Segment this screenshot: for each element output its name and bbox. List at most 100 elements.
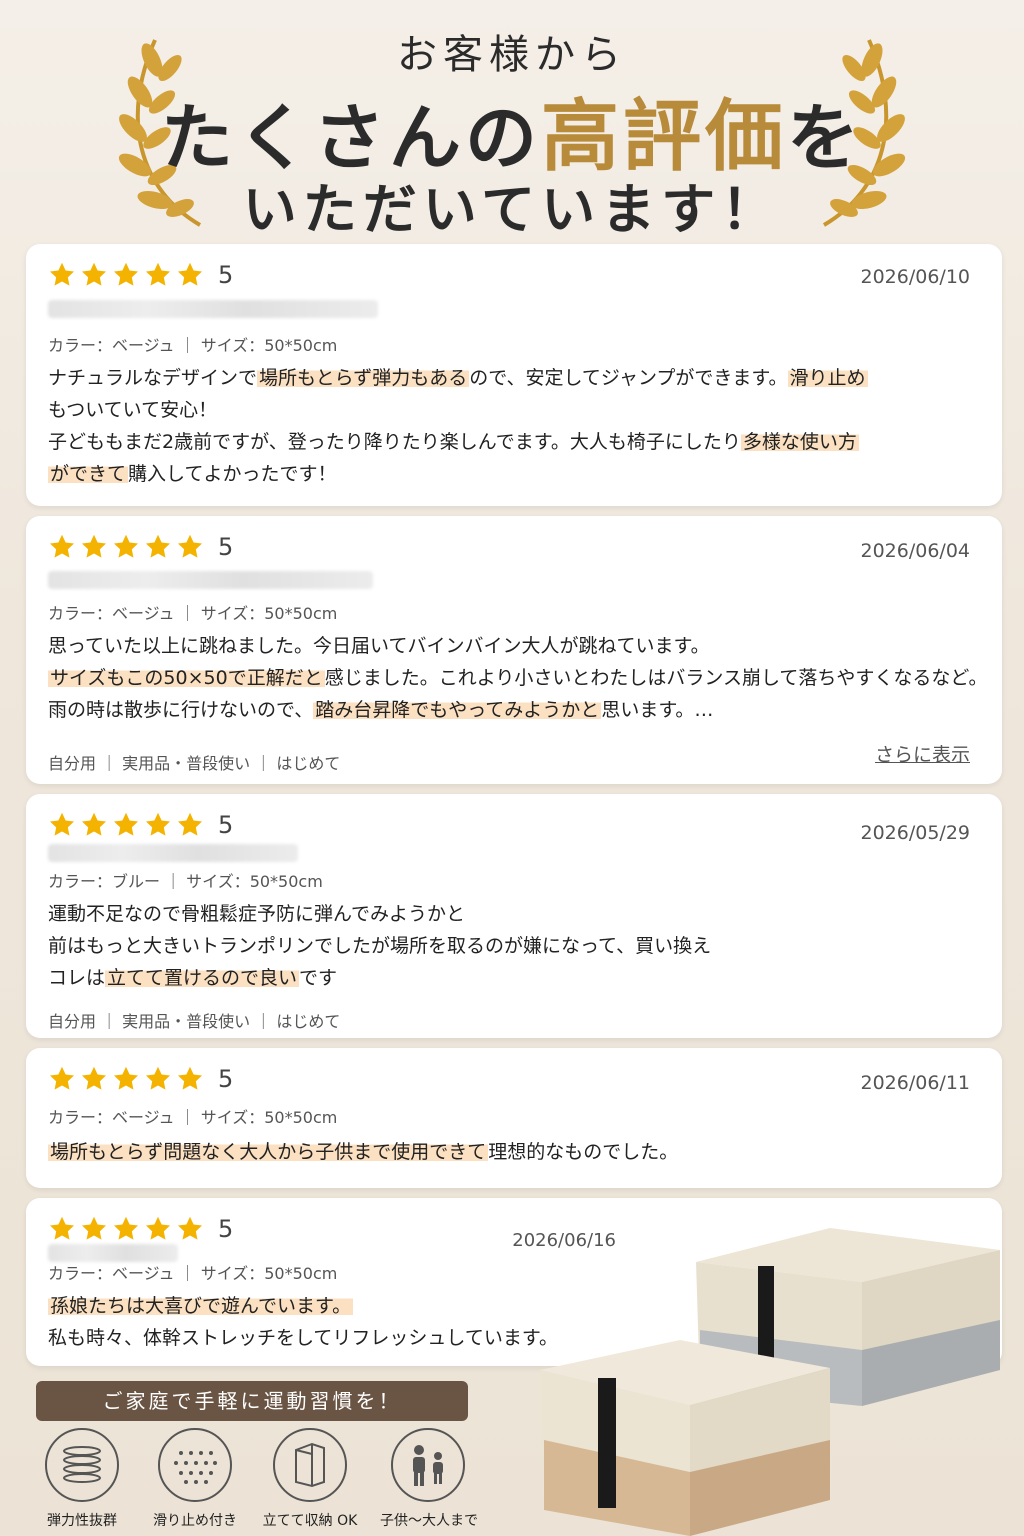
review-line: ナチュラルなデザインで 場所もとらず弾力もある ので、安定してジャンプができます。滑…	[48, 362, 868, 394]
highlighted-text: 場所もとらず弾力もある	[257, 367, 470, 389]
review-line: 思っていた以上に跳ねました。今日届いてバインバイン大人が跳ねています。	[48, 630, 987, 662]
rating-score: 5	[218, 261, 234, 289]
review-line: 前はもっと大きいトランポリンでしたが場所を取るのが嫌になって、買い換え	[48, 930, 711, 962]
star-rating: 5	[48, 1214, 233, 1244]
review-tags: 自分用 ｜ 実用品・普段使い ｜ はじめて	[48, 754, 341, 773]
feature-label: 弾力性抜群	[47, 1513, 117, 1529]
star-icon	[113, 1216, 139, 1240]
review-line: 私も時々、体幹ストレッチをしてリフレッシュしています。	[48, 1322, 558, 1354]
star-icon	[49, 1066, 75, 1090]
star-icon	[177, 262, 203, 286]
review-tags: 自分用 ｜ 実用品・普段使い ｜ はじめて	[48, 1012, 341, 1031]
review-text: 前はもっと大きいトランポリンでしたが場所を取るのが嫌になって、買い換え	[48, 935, 712, 957]
highlighted-text: 孫娘たちは大喜びで遊んでいます。	[48, 1295, 354, 1317]
review-text: です	[299, 967, 338, 989]
review-text: 雨の時は散歩に行けないので、	[48, 699, 314, 721]
family-icon	[391, 1428, 465, 1502]
review-meta: カラー：ベージュ ｜ サイズ：50*50cm	[48, 604, 338, 623]
review-card: 5 2026/05/29 カラー：ブルー ｜ サイズ：50*50cm 運動不足な…	[26, 794, 1002, 1038]
star-icon	[81, 812, 107, 836]
review-date: 2026/06/11	[860, 1072, 970, 1094]
highlighted-text: サイズもこの50×50で正解だと	[48, 667, 325, 689]
star-icon	[113, 262, 139, 286]
header-line-3: いただいています！	[242, 178, 782, 241]
star-rating: 5	[48, 1064, 233, 1094]
star-icon	[145, 812, 171, 836]
star-icon	[145, 1216, 171, 1240]
review-text: コレは	[48, 967, 106, 989]
highlighted-text: 多様な使い方	[740, 431, 859, 453]
review-text: ナチュラルなデザインで	[48, 367, 258, 389]
feature-item: 子供〜大人まで	[380, 1428, 478, 1530]
rating-score: 5	[218, 1065, 234, 1093]
star-icon	[177, 1066, 203, 1090]
review-meta: カラー：ベージュ ｜ サイズ：50*50cm	[48, 1108, 338, 1127]
review-text: 運動不足なので骨粗鬆症予防に弾んでみようかと	[48, 903, 466, 925]
review-body: 運動不足なので骨粗鬆症予防に弾んでみようかと前はもっと大きいトランポリンでしたが…	[48, 898, 711, 994]
star-icon	[81, 1216, 107, 1240]
highlighted-text: 場所もとらず問題なく大人から子供まで使用できて	[48, 1141, 489, 1163]
feature-item: 立てて収納 OK	[262, 1428, 358, 1530]
rating-score: 5	[218, 1215, 234, 1243]
review-line: コレは 立てて置けるので良い です	[48, 962, 711, 994]
star-rating: 5	[48, 260, 233, 290]
review-date: 2026/05/29	[860, 822, 970, 844]
star-icon	[145, 1066, 171, 1090]
feature-label: 滑り止め付き	[153, 1513, 237, 1529]
review-meta: カラー：ベージュ ｜ サイズ：50*50cm	[48, 336, 338, 355]
review-body: 場所もとらず問題なく大人から子供まで使用できて 理想的なものでした。	[48, 1136, 678, 1168]
star-icon	[113, 812, 139, 836]
review-text: 理想的なものでした。	[488, 1141, 679, 1163]
upright-storage-icon	[273, 1428, 347, 1502]
star-icon	[81, 1066, 107, 1090]
feature-item: 滑り止め付き	[147, 1428, 243, 1530]
review-text: もついていて安心！	[48, 399, 218, 421]
review-card: 5 2026/06/11 カラー：ベージュ ｜ サイズ：50*50cm 場所もと…	[26, 1048, 1002, 1188]
spring-icon	[45, 1428, 119, 1502]
review-line: 孫娘たちは大喜びで遊んでいます。	[48, 1290, 558, 1322]
highlighted-text: ができて	[48, 463, 129, 485]
review-line: 子どももまだ2歳前ですが、登ったり降りたり楽しんでます。大人も椅子にしたり 多様な…	[48, 426, 868, 458]
review-line: ができて 購入してよかったです！	[48, 458, 868, 490]
star-icon	[81, 262, 107, 286]
review-body: ナチュラルなデザインで 場所もとらず弾力もある ので、安定してジャンプができます。滑…	[48, 362, 868, 490]
rating-score: 5	[218, 811, 234, 839]
review-text: 感じました。これより小さいとわたしはバランス崩して落ちやすくなるなど。	[324, 667, 988, 689]
star-rating: 5	[48, 810, 233, 840]
feature-item: 弾力性抜群	[34, 1428, 130, 1530]
review-text: 思っていた以上に跳ねました。今日届いてバインバイン大人が跳ねています。	[48, 635, 710, 657]
star-icon	[81, 534, 107, 558]
review-line: 雨の時は散歩に行けないので、 踏み台昇降でもやってみようかと 思います。…	[48, 694, 987, 726]
review-line: もついていて安心！	[48, 394, 868, 426]
review-text: 購入してよかったです！	[128, 463, 337, 485]
feature-label: 子供〜大人まで	[380, 1513, 478, 1529]
non-slip-dots-icon	[158, 1428, 232, 1502]
reviewer-name-blurred	[48, 300, 378, 318]
star-icon	[113, 534, 139, 558]
review-text: 子どももまだ2歳前ですが、登ったり降りたり楽しんでます。大人も椅子にしたり	[48, 431, 741, 453]
review-body: 孫娘たちは大喜びで遊んでいます。私も時々、体幹ストレッチをしてリフレッシュしてい…	[48, 1290, 558, 1354]
star-icon	[177, 1216, 203, 1240]
star-icon	[49, 1216, 75, 1240]
review-text: 私も時々、体幹ストレッチをしてリフレッシュしています。	[48, 1327, 558, 1349]
star-icon	[145, 534, 171, 558]
star-rating: 5	[48, 532, 233, 562]
highlighted-text: 立てて置けるので良い	[105, 967, 300, 989]
promo-banner: ご家庭で手軽に運動習慣を！	[36, 1381, 468, 1421]
star-icon	[113, 1066, 139, 1090]
show-more-link[interactable]: さらに表示	[875, 740, 970, 767]
star-icon	[49, 262, 75, 286]
review-meta: カラー：ブルー ｜ サイズ：50*50cm	[48, 872, 323, 891]
review-line: 運動不足なので骨粗鬆症予防に弾んでみようかと	[48, 898, 711, 930]
review-text: ので、安定してジャンプができます。	[469, 367, 788, 389]
review-card: 5 2026/06/10 カラー：ベージュ ｜ サイズ：50*50cm ナチュラ…	[26, 244, 1002, 506]
product-image	[540, 1228, 1000, 1536]
star-icon	[177, 534, 203, 558]
feature-label: 立てて収納 OK	[262, 1513, 358, 1529]
reviewer-name-blurred	[48, 571, 373, 589]
highlighted-text: 滑り止め	[787, 367, 868, 389]
reviewer-name-blurred	[48, 844, 298, 862]
rating-score: 5	[218, 533, 234, 561]
header-line-1: お客様から	[397, 32, 627, 78]
review-date: 2026/06/10	[860, 266, 970, 288]
